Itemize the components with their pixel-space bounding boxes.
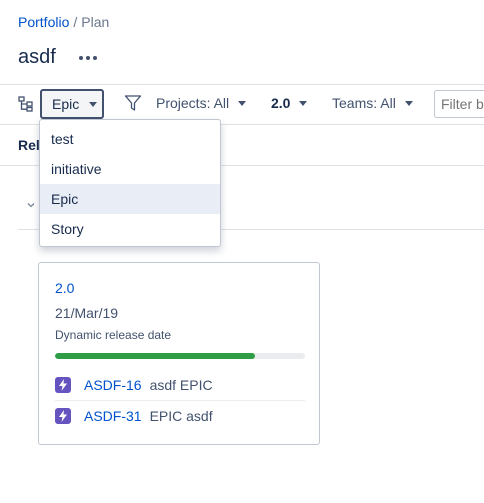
teams-filter-label: Teams: All (332, 95, 396, 111)
chevron-down-icon (299, 100, 308, 106)
issue-key-link[interactable]: ASDF-31 (84, 408, 142, 424)
release-filter-dropdown[interactable]: 2.0 (271, 95, 308, 111)
breadcrumb-current: Plan (81, 14, 110, 30)
release-name-link[interactable]: 2.0 (55, 280, 74, 296)
filter-icon[interactable] (124, 94, 142, 112)
more-actions-button[interactable] (76, 46, 100, 70)
more-dot (93, 56, 97, 60)
release-date: 21/Mar/19 (55, 305, 119, 321)
hierarchy-level-label: Epic (52, 96, 80, 112)
more-dot (79, 56, 83, 60)
issue-summary: EPIC asdf (149, 408, 213, 424)
hierarchy-level-menu: test initiative Epic Story (39, 119, 221, 247)
page-title: asdf (18, 46, 56, 68)
release-progress-fill (55, 353, 255, 359)
hierarchy-level-dropdown[interactable]: Epic (40, 89, 104, 119)
issue-row[interactable]: ASDF-16 asdf EPIC (55, 370, 305, 401)
chevron-down-icon (404, 100, 413, 106)
breadcrumb: Portfolio / Plan (18, 14, 109, 30)
projects-filter-dropdown[interactable]: Projects: All (156, 95, 247, 111)
release-filter-label: 2.0 (271, 95, 291, 111)
menu-item-epic[interactable]: Epic (40, 184, 220, 214)
releases-section-label[interactable]: Rel (18, 137, 40, 153)
toolbar-divider (0, 84, 484, 85)
more-dot (86, 56, 90, 60)
release-date-type: Dynamic release date (55, 328, 172, 342)
menu-item-test[interactable]: test (40, 124, 220, 154)
hierarchy-icon[interactable] (18, 96, 34, 112)
chevron-down-icon[interactable] (26, 200, 36, 210)
issue-summary: asdf EPIC (149, 377, 213, 393)
menu-item-initiative[interactable]: initiative (40, 154, 220, 184)
teams-filter-dropdown[interactable]: Teams: All (332, 95, 413, 111)
projects-filter-label: Projects: All (156, 95, 230, 111)
filter-search-input[interactable] (434, 90, 484, 118)
issue-row[interactable]: ASDF-31 EPIC asdf (55, 401, 305, 431)
epic-lightning-icon (55, 408, 71, 424)
issue-key-link[interactable]: ASDF-16 (84, 377, 142, 393)
chevron-down-icon (238, 100, 247, 106)
release-card: 2.0 21/Mar/19 Dynamic release date ASDF-… (38, 262, 320, 445)
breadcrumb-separator: / (73, 14, 78, 30)
epic-lightning-icon (55, 377, 71, 393)
chevron-down-icon (89, 101, 98, 107)
release-progress-bar (55, 353, 305, 359)
menu-item-story[interactable]: Story (40, 214, 220, 244)
breadcrumb-portfolio-link[interactable]: Portfolio (18, 14, 69, 30)
